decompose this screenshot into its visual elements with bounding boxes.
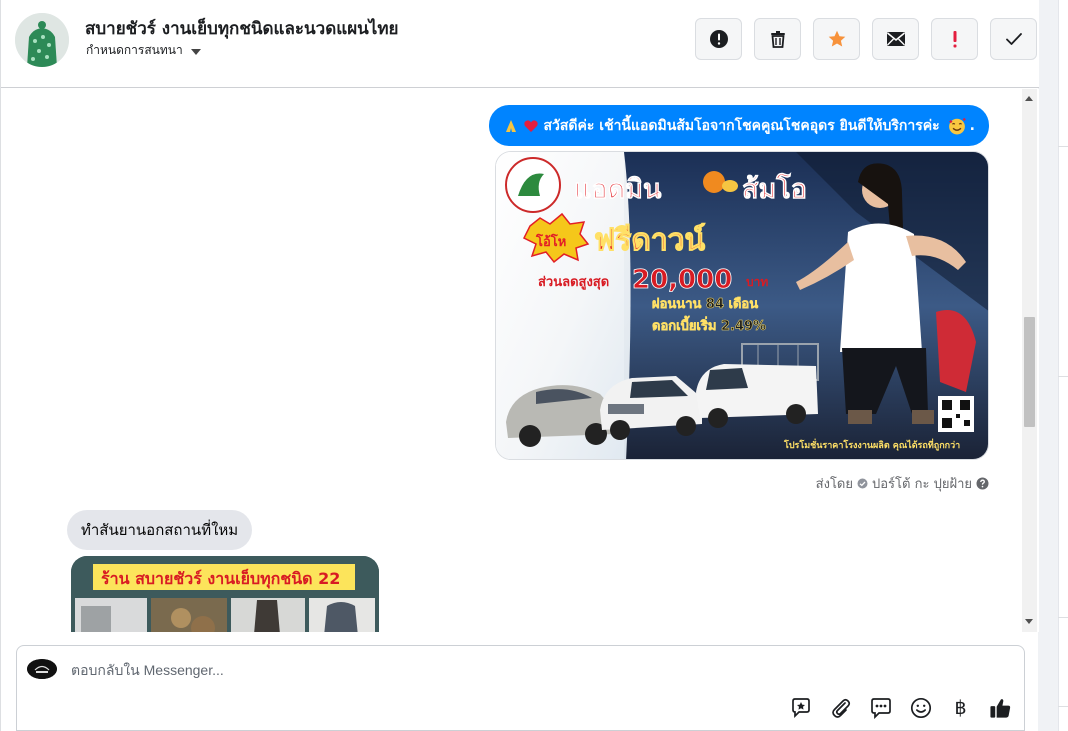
scroll-down-icon[interactable] — [1025, 619, 1033, 624]
message-list-scrollbar[interactable] — [1022, 89, 1037, 632]
mark-spam-button[interactable] — [695, 18, 742, 60]
saved-reply-icon — [870, 697, 891, 719]
outgoing-message-text: สวัสดีค่ะ เช้านี้แอดมินส้มโอจากโชคคูณโชค… — [543, 117, 940, 134]
right-rail — [1058, 0, 1068, 731]
saved-replies-button[interactable] — [869, 696, 892, 719]
rail-divider — [1058, 376, 1068, 377]
promo-line1: แอดมิน — [574, 174, 662, 205]
scroll-thumb[interactable] — [1024, 317, 1035, 427]
promo-line1b: ส้มโอ — [742, 172, 807, 205]
page-title: สบายชัวร์ งานเย็บทุกชนิดและนวดแผนไทย — [85, 19, 399, 39]
mark-important-button[interactable] — [931, 18, 978, 60]
sticker-button[interactable] — [789, 696, 812, 719]
page-avatar — [27, 659, 57, 679]
scroll-up-icon[interactable] — [1025, 96, 1033, 101]
rail-divider — [1058, 146, 1068, 147]
outgoing-message-suffix: . — [969, 117, 975, 134]
promo-image[interactable]: แอดมิน ส้มโอ โอ้โห ฟรีดาวน์ ส่วนลดสูงสุด… — [495, 151, 989, 460]
reply-input[interactable] — [71, 662, 771, 678]
composer-tools: ฿ — [789, 696, 1012, 719]
conversation-panel: สบายชัวร์ งานเย็บทุกชนิดและนวดแผนไทย กำห… — [0, 0, 1039, 731]
baht-icon: ฿ — [954, 696, 967, 719]
subtitle-label: กำหนดการสนทนา — [86, 43, 183, 57]
promo-badge: โอ้โห — [535, 233, 566, 250]
conversation-header: สบายชัวร์ งานเย็บทุกชนิดและนวดแผนไทย กำห… — [1, 0, 1039, 88]
mark-done-button[interactable] — [990, 18, 1037, 60]
trash-icon — [770, 31, 785, 48]
mail-icon — [886, 32, 905, 46]
mark-unread-button[interactable] — [872, 18, 919, 60]
emoji-icon — [910, 697, 931, 718]
promo-discount-label: ส่วนลดสูงสุด — [538, 275, 609, 290]
rail-divider — [1058, 706, 1068, 707]
outgoing-message[interactable]: สวัสดีค่ะ เช้านี้แอดมินส้มโอจากโชคคูณโชค… — [489, 105, 989, 146]
shop-banner-text: ร้าน สบายชัวร์ งานเย็บทุกชนิด 22 — [101, 567, 340, 589]
reply-composer: ฿ — [16, 645, 1025, 731]
avatar[interactable] — [15, 13, 69, 67]
shop-image[interactable]: ร้าน สบายชัวร์ งานเย็บทุกชนิด 22 — [71, 556, 379, 632]
rail-divider — [1058, 617, 1068, 618]
heart-icon — [524, 119, 539, 132]
thumbs-up-icon — [990, 698, 1011, 718]
promo-line2: ฟรีดาวน์ — [594, 223, 706, 258]
verified-icon — [857, 478, 868, 489]
promo-discount-value: 20,000 — [632, 265, 732, 295]
help-icon[interactable] — [976, 477, 989, 490]
folded-hands-icon — [506, 119, 517, 132]
smiling-hearts-icon — [948, 117, 966, 134]
check-icon — [1005, 33, 1022, 45]
attach-icon — [831, 698, 850, 718]
incoming-message-text: ทำสันยานอกสถานที่ใหม — [81, 521, 239, 539]
like-button[interactable] — [989, 696, 1012, 719]
star-icon — [828, 30, 845, 47]
star-button[interactable] — [813, 18, 860, 60]
incoming-message[interactable]: ทำสันยานอกสถานที่ใหม — [67, 510, 253, 550]
sent-by-label: ส่งโดย — [815, 477, 853, 492]
sent-by-name[interactable]: ปอร์โต้ กะ ปุยฝ้าย — [872, 473, 972, 494]
promo-installment: ผ่อนนาน 84 เดือน — [652, 296, 758, 312]
sent-by-line: ส่งโดย ปอร์โต้ กะ ปุยฝ้าย — [816, 473, 989, 494]
conversation-settings-dropdown[interactable]: กำหนดการสนทนา — [86, 41, 201, 60]
exclamation-icon — [953, 31, 956, 48]
caret-down-icon — [190, 48, 201, 55]
header-actions — [695, 18, 1037, 60]
payment-button[interactable]: ฿ — [949, 696, 972, 719]
message-list[interactable]: สวัสดีค่ะ เช้านี้แอดมินส้มโอจากโชคคูณโชค… — [1, 89, 1039, 632]
emoji-button[interactable] — [909, 696, 932, 719]
promo-discount-unit: บาท — [746, 275, 768, 289]
delete-button[interactable] — [754, 18, 801, 60]
attach-button[interactable] — [829, 696, 852, 719]
sticker-icon — [791, 697, 810, 718]
alert-circle-icon — [709, 30, 728, 48]
